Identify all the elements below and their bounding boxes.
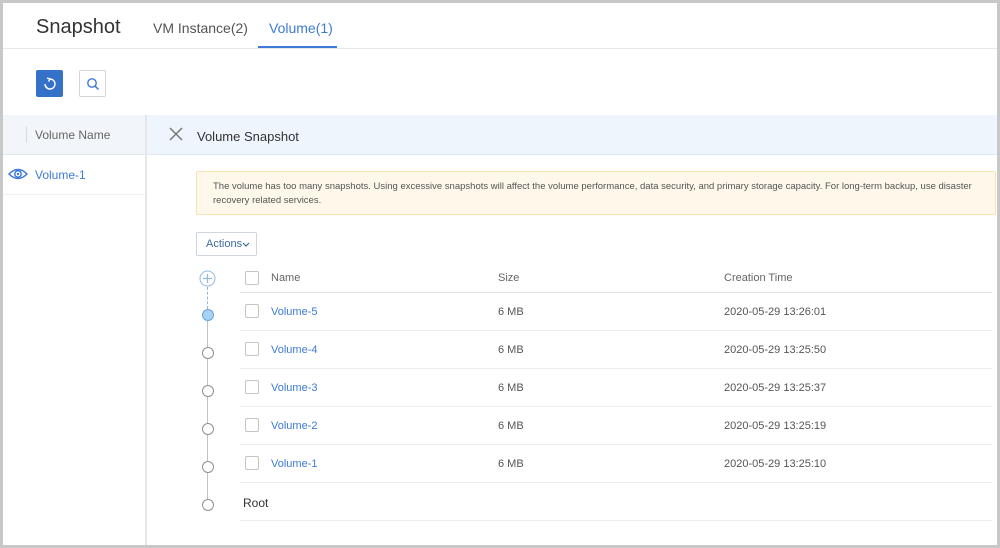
active-tab-indicator <box>258 46 337 48</box>
snapshot-name-link[interactable]: Volume-4 <box>271 344 317 356</box>
table-row: Volume-4 6 MB 2020-05-29 13:25:50 <box>240 331 992 369</box>
snapshot-creation-time: 2020-05-29 13:25:10 <box>724 458 827 470</box>
volume-list-item[interactable]: Volume-1 <box>3 155 145 195</box>
table-row: Volume-2 6 MB 2020-05-29 13:25:19 <box>240 407 992 445</box>
snapshot-size: 6 MB <box>498 458 524 470</box>
row-checkbox[interactable] <box>245 380 259 394</box>
row-checkbox[interactable] <box>245 418 259 432</box>
timeline-dashed-connector <box>207 287 208 309</box>
add-snapshot-icon[interactable] <box>199 270 216 287</box>
volume-snapshot-header: Volume Snapshot <box>147 115 997 155</box>
volume-snapshot-panel: Volume Snapshot The volume has too many … <box>146 115 997 545</box>
tab-volume[interactable]: Volume(1) <box>269 20 333 36</box>
timeline-node <box>202 461 214 473</box>
app-window: Snapshot VM Instance(2) Volume(1) Volume… <box>0 0 1000 548</box>
refresh-button[interactable] <box>36 70 63 97</box>
row-checkbox[interactable] <box>245 342 259 356</box>
column-header-size: Size <box>498 272 520 284</box>
chevron-down-icon <box>242 242 250 247</box>
snapshot-name-link[interactable]: Volume-1 <box>271 458 317 470</box>
snapshot-size: 6 MB <box>498 382 524 394</box>
eye-icon <box>8 168 28 180</box>
snapshot-creation-time: 2020-05-29 13:25:37 <box>724 382 827 394</box>
volume-list-item-label: Volume-1 <box>35 168 86 182</box>
snapshot-warning-banner: The volume has too many snapshots. Using… <box>196 171 996 215</box>
row-checkbox[interactable] <box>245 304 259 318</box>
volume-list-panel: Volume Name Volume-1 <box>3 115 146 545</box>
refresh-icon <box>43 76 56 90</box>
timeline-node-current <box>202 309 214 321</box>
snapshot-table: Name Size Creation Time Volume-5 6 MB 20… <box>240 265 992 521</box>
panel-title: Volume Snapshot <box>197 129 299 144</box>
snapshot-name-link[interactable]: Volume-2 <box>271 420 317 432</box>
table-row: Volume-3 6 MB 2020-05-29 13:25:37 <box>240 369 992 407</box>
snapshot-creation-time: 2020-05-29 13:26:01 <box>724 306 827 318</box>
timeline-node <box>202 423 214 435</box>
snapshot-name-link[interactable]: Volume-3 <box>271 382 317 394</box>
snapshot-name-link[interactable]: Volume-5 <box>271 306 317 318</box>
root-label: Root <box>243 496 269 510</box>
table-row-root: Root <box>240 483 992 521</box>
column-header-volume-name: Volume Name <box>35 128 111 142</box>
actions-label: Actions <box>206 238 243 250</box>
table-row: Volume-5 6 MB 2020-05-29 13:26:01 <box>240 293 992 331</box>
timeline-node <box>202 385 214 397</box>
table-row: Volume-1 6 MB 2020-05-29 13:25:10 <box>240 445 992 483</box>
table-header-row: Name Size Creation Time <box>240 265 992 293</box>
close-icon[interactable] <box>168 126 184 142</box>
column-divider <box>26 127 27 143</box>
top-bar: Snapshot VM Instance(2) Volume(1) <box>3 3 997 49</box>
actions-dropdown[interactable]: Actions <box>196 232 257 256</box>
snapshot-creation-time: 2020-05-29 13:25:50 <box>724 344 827 356</box>
column-header-name: Name <box>271 272 301 284</box>
snapshot-creation-time: 2020-05-29 13:25:19 <box>724 420 827 432</box>
page-title: Snapshot <box>36 16 121 38</box>
snapshot-size: 6 MB <box>498 306 524 318</box>
timeline-node-root <box>202 499 214 511</box>
tab-vm-instance[interactable]: VM Instance(2) <box>153 20 248 36</box>
search-icon <box>86 77 99 90</box>
row-checkbox[interactable] <box>245 456 259 470</box>
volume-list-header: Volume Name <box>3 115 145 155</box>
select-all-checkbox[interactable] <box>245 271 259 285</box>
timeline-node <box>202 347 214 359</box>
snapshot-size: 6 MB <box>498 420 524 432</box>
column-header-creation-time: Creation Time <box>724 272 793 284</box>
snapshot-size: 6 MB <box>498 344 524 356</box>
search-button[interactable] <box>79 70 106 97</box>
